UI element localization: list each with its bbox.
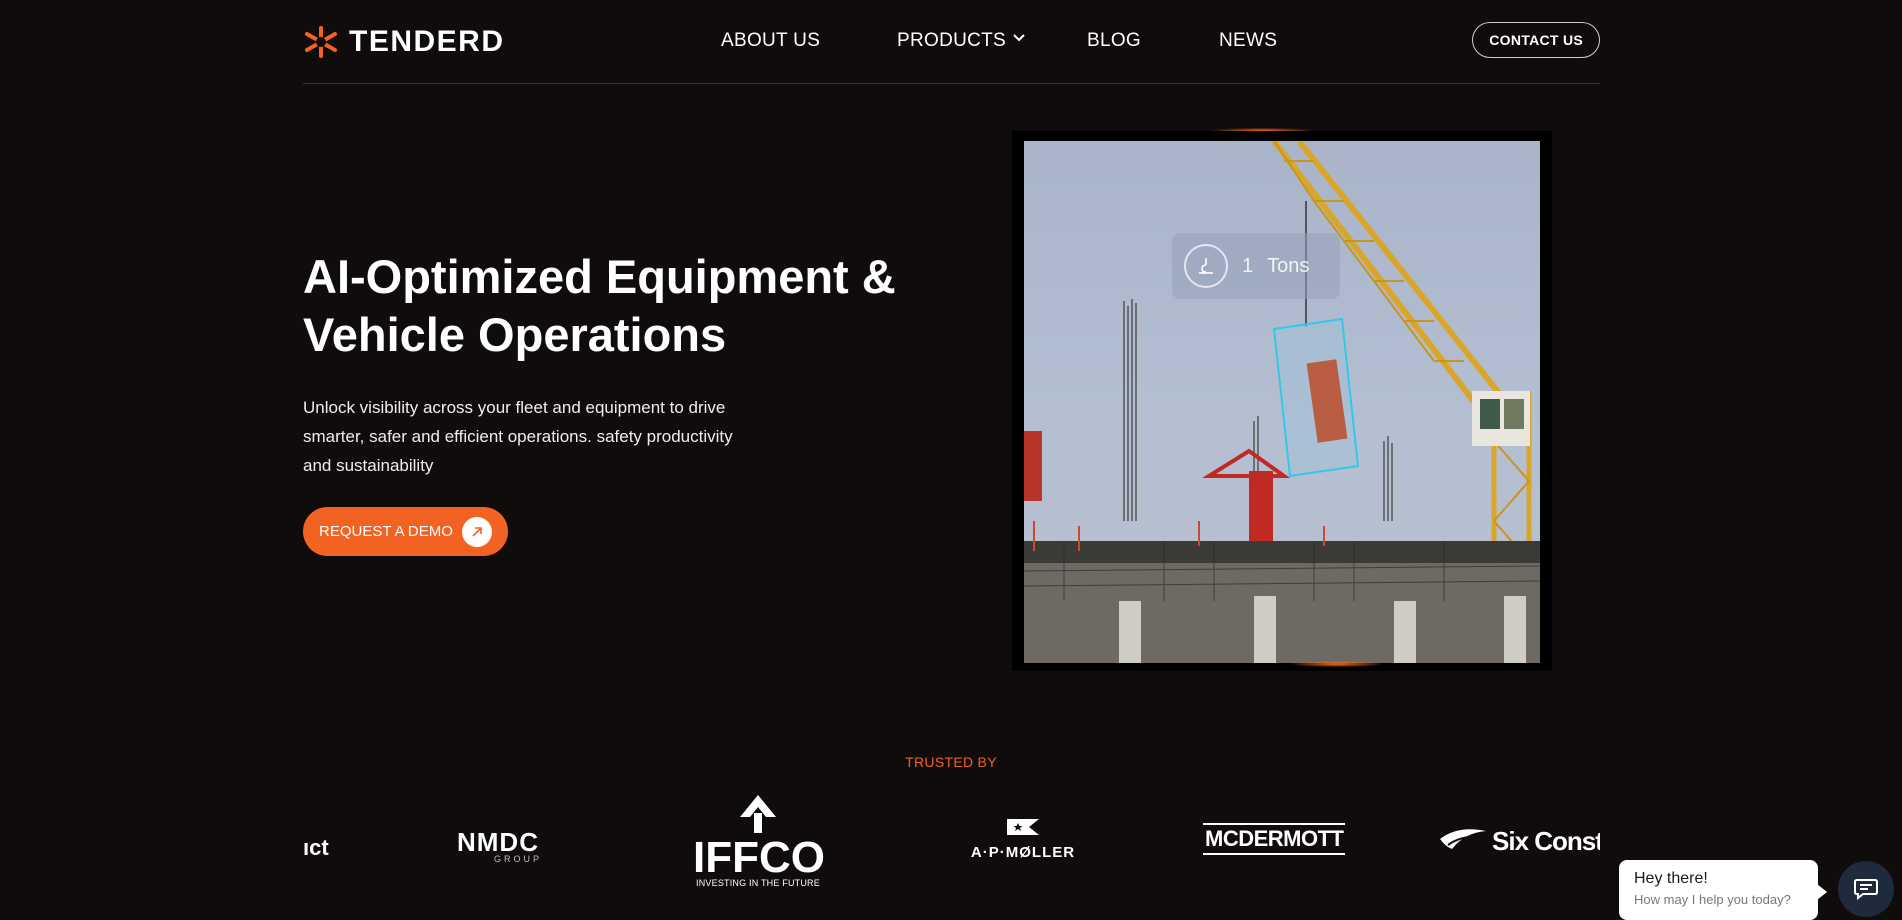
nav-blog[interactable]: BLOG (1087, 30, 1141, 52)
client-logo-mcdermott: MCDERMOTT (1203, 823, 1346, 855)
client-logo-partial: ıct (303, 835, 329, 860)
tenderd-logo-icon (305, 26, 337, 58)
request-demo-label: REQUEST A DEMO (319, 523, 453, 540)
brand-logo[interactable]: TENDERD (303, 25, 505, 59)
request-demo-button[interactable]: REQUEST A DEMO (303, 507, 508, 556)
client-logo-moller: A·P·MØLLER (958, 817, 1088, 861)
moller-flag-icon (1007, 819, 1039, 835)
client-logo-iffco: IFFCO INVESTING IN THE FUTURE (693, 795, 825, 888)
iffco-tagline: INVESTING IN THE FUTURE (696, 878, 820, 888)
six-construct-swoosh-icon (1440, 829, 1486, 849)
iffco-wordmark: IFFCO (693, 833, 825, 882)
frame-glow-bottom (1292, 661, 1382, 667)
trusted-by-label: TRUSTED BY (905, 754, 997, 770)
hero-title: AI-Optimized Equipment & Vehicle Operati… (303, 248, 943, 364)
nav-about-us[interactable]: ABOUT US (721, 30, 820, 52)
chat-greeting-bubble[interactable]: Hey there! How may I help you today? (1619, 860, 1827, 920)
hero-subtitle: Unlock visibility across your fleet and … (303, 398, 733, 475)
iffco-emblem-icon (740, 795, 776, 833)
client-logo-six-construct: Six Constru (1438, 825, 1600, 857)
nav-news[interactable]: NEWS (1219, 30, 1277, 52)
brand-name: TENDERD (349, 25, 505, 58)
client-logo-carousel: ıct NMDC GROUP IFFCO INVESTING IN THE FU… (303, 785, 1600, 910)
crane-video[interactable]: 1 Tons (1024, 141, 1540, 663)
nav-products[interactable]: PRODUCTS (897, 30, 1006, 52)
site-header: TENDERD ABOUT US PRODUCTS BLOG NEWS CONT… (303, 0, 1600, 84)
chat-icon (1854, 879, 1878, 900)
six-construct-wordmark: Six Constru (1492, 825, 1600, 856)
construction-scene (1024, 141, 1540, 663)
moller-wordmark: A·P·MØLLER (970, 844, 1076, 861)
hero-title-line-1: AI-Optimized Equipment & (303, 250, 896, 303)
hero-title-line-2: Vehicle Operations (303, 308, 727, 361)
contact-us-button[interactable]: CONTACT US (1472, 22, 1600, 58)
chat-greeting-subtitle: How may I help you today? (1634, 892, 1791, 907)
arrow-up-right-icon (462, 517, 492, 547)
nmdc-wordmark: NMDC (457, 827, 539, 857)
client-logo-nmdc: NMDC GROUP (448, 827, 548, 864)
mcdermott-wordmark: MCDERMOTT (1205, 826, 1344, 851)
load-value: 1 (1242, 254, 1254, 277)
crane-hook-icon (1184, 244, 1228, 288)
chat-greeting-title: Hey there! (1634, 870, 1708, 887)
chevron-down-icon[interactable] (1012, 31, 1026, 45)
load-weight-overlay: 1 Tons (1172, 233, 1340, 299)
chat-launcher-button[interactable] (1838, 861, 1894, 917)
load-unit: Tons (1267, 254, 1310, 277)
